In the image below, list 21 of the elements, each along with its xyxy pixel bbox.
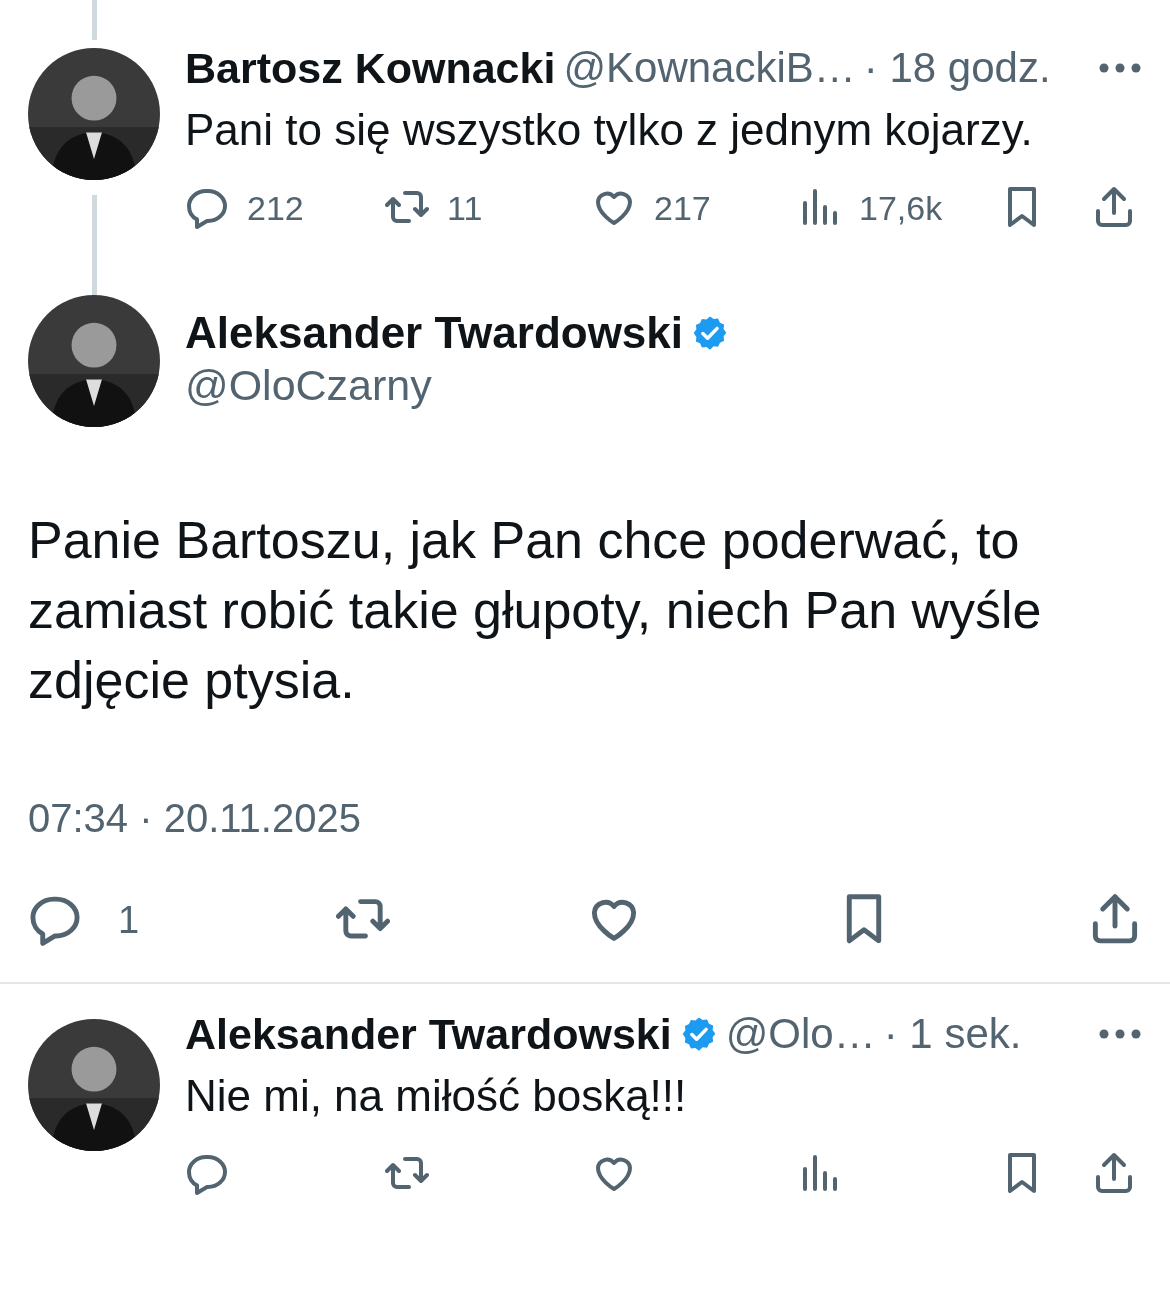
author-handle[interactable]: @Olo… bbox=[725, 1010, 876, 1058]
tweet-text: Panie Bartoszu, jak Pan chce poderwać, to zamiast robić takie głupoty, niech Pan wyśle zdjęcie ptysia. bbox=[28, 510, 1043, 711]
reply-button[interactable]: 212 bbox=[185, 186, 385, 230]
author-name[interactable]: Aleksander Twardowski bbox=[185, 1009, 672, 1059]
author-name[interactable]: Aleksander Twardowski bbox=[185, 308, 684, 358]
tweet-text: Nie mi, na miłość boską!!! bbox=[185, 1070, 688, 1122]
more-icon[interactable] bbox=[1098, 62, 1142, 74]
speech-bubble-icon bbox=[185, 186, 229, 230]
repost-button[interactable]: 11 bbox=[385, 186, 592, 230]
tweet-time: · 1 sek. bbox=[883, 1010, 1022, 1058]
views-button[interactable]: 17,6k bbox=[797, 186, 1000, 230]
author-name[interactable]: Bartosz Kownacki bbox=[185, 43, 556, 93]
reply-button[interactable]: 1 bbox=[28, 893, 140, 947]
author-handle[interactable]: @OloCzarny bbox=[185, 357, 730, 413]
tweet-text: Pani to się wszystko tylko z jednym kojarzy. bbox=[185, 104, 1034, 156]
tweet-time: 07:34 · 20.11.2025 bbox=[28, 795, 361, 842]
author-handle[interactable]: @KownackiB… bbox=[563, 44, 856, 92]
more-icon[interactable] bbox=[1098, 1028, 1142, 1040]
speech-bubble-icon bbox=[185, 1152, 229, 1196]
tweet-time: · 18 godz. bbox=[863, 44, 1051, 92]
like-button[interactable]: 217 bbox=[592, 186, 797, 230]
